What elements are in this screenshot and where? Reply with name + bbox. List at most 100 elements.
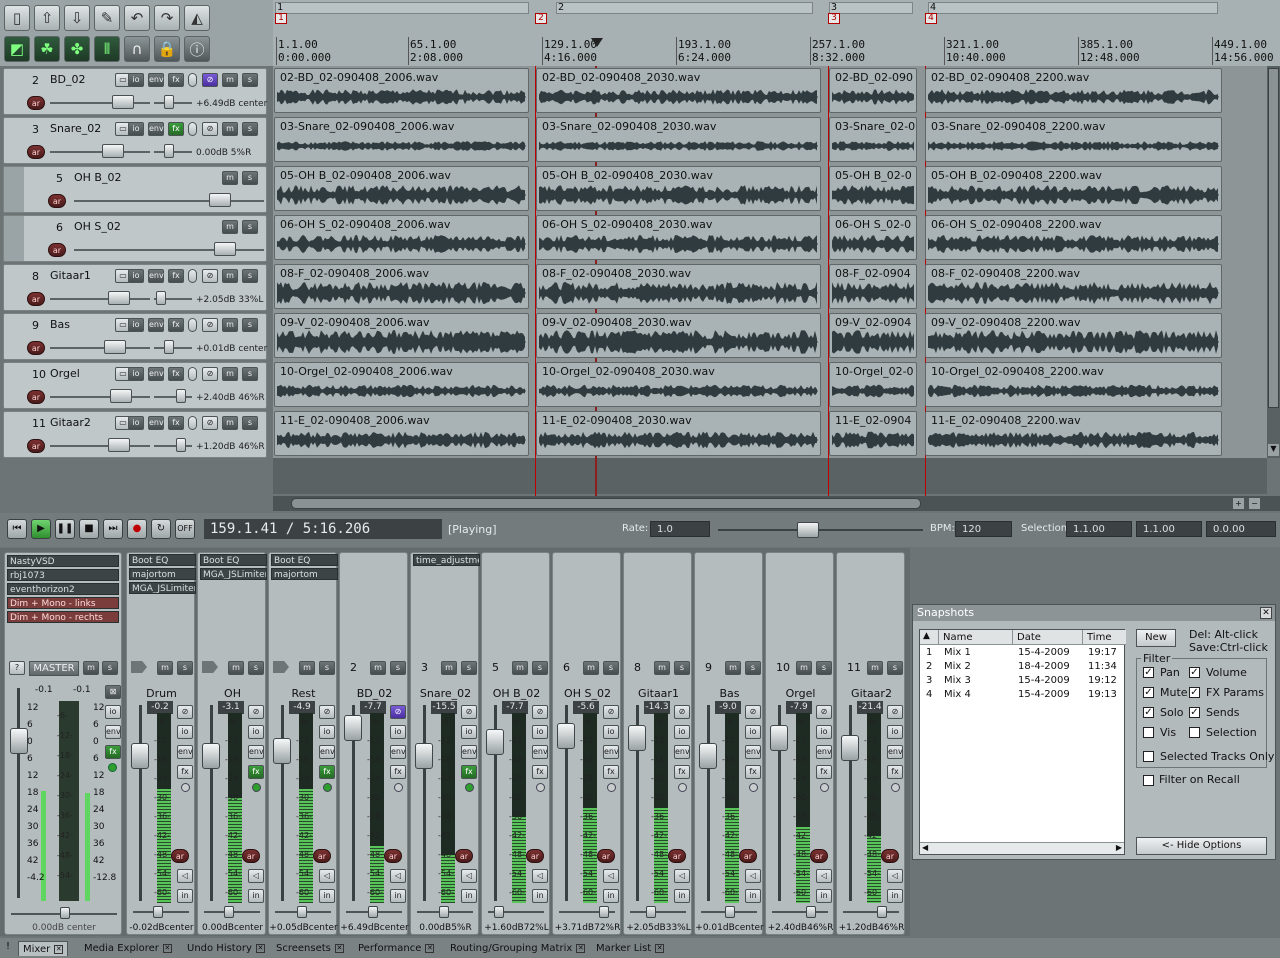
pan-knob[interactable]	[224, 906, 234, 918]
media-item[interactable]: 08-F_02-090408_2200.wav	[925, 264, 1222, 309]
snapshot-list-hscroll[interactable]: ◀ ▶	[920, 842, 1124, 854]
input-button[interactable]: in	[390, 889, 406, 903]
monitor-icon[interactable]: ◁	[177, 869, 193, 883]
pan-track[interactable]	[772, 911, 828, 913]
pan-knob[interactable]	[877, 906, 887, 918]
info-icon[interactable]: ⓘ	[184, 36, 210, 62]
volume-slider-knob[interactable]	[104, 340, 126, 354]
master-help-icon[interactable]: ?	[9, 661, 25, 675]
sort-up-icon[interactable]: ▲	[923, 631, 930, 641]
media-item[interactable]: 11-E_02-090408_2006.wav	[274, 411, 529, 456]
tab-performance[interactable]: Performance ✕	[354, 941, 438, 956]
pan-knob[interactable]	[725, 906, 735, 918]
fx-button[interactable]: fx	[461, 765, 477, 779]
media-item[interactable]: 10-Orgel_02-0	[829, 362, 917, 407]
fx-enabled-icon[interactable]	[465, 783, 474, 792]
mixer-strip[interactable]: Boot EQ majortom MGA_JSLimiter m s Drum -0.2 ⊘ i…	[126, 552, 196, 935]
fx-button[interactable]: fx	[745, 765, 761, 779]
track-name[interactable]: Orgel	[48, 367, 106, 381]
media-item[interactable]: 09-V_02-0904	[829, 313, 917, 358]
fx-enabled-icon[interactable]	[749, 783, 758, 792]
record-arm-button[interactable]: ar	[27, 96, 45, 110]
phase-icon[interactable]: ⊘	[202, 269, 218, 283]
io-button[interactable]: io	[128, 416, 144, 430]
phase-icon[interactable]: ⊘	[887, 705, 903, 719]
fx-slot[interactable]: majortom	[129, 568, 196, 580]
io-button[interactable]: io	[887, 725, 903, 739]
phase-icon[interactable]: ⊘	[202, 416, 218, 430]
close-tab-icon[interactable]: ✕	[425, 943, 435, 953]
master-mute-button[interactable]: m	[83, 661, 99, 675]
record-arm-button[interactable]: ar	[27, 439, 45, 453]
fx-button[interactable]: fx	[168, 318, 184, 332]
media-item[interactable]: 08-F_02-090408_2030.wav	[536, 264, 821, 309]
solo-button[interactable]: s	[242, 171, 258, 185]
media-item[interactable]: 10-Orgel_02-090408_2200.wav	[925, 362, 1222, 407]
region-bar[interactable]	[928, 2, 1218, 14]
monitor-icon[interactable]: ◁	[674, 869, 690, 883]
volume-slider-knob[interactable]	[214, 242, 236, 256]
mixer-strip[interactable]: 6msOH S_02-5.6⊘ioenvfxar◎◁in-6--12--18--…	[552, 552, 621, 935]
media-item[interactable]: 06-OH S_02-090408_2006.wav	[274, 215, 529, 260]
mute-button[interactable]: m	[222, 367, 238, 381]
strip-name[interactable]: Orgel	[766, 687, 835, 700]
pan-slider-knob[interactable]	[176, 438, 186, 452]
mixer-strip[interactable]: time_adjustmer 3 m s Snare_02 -15.5 ⊘ io env fx ar…	[410, 552, 480, 935]
pan-knob[interactable]	[494, 906, 504, 918]
volume-slider-track[interactable]	[74, 200, 264, 202]
pan-knob[interactable]	[806, 906, 816, 918]
arrange-view[interactable]: 02-BD_02-090408_2006.wav 02-BD_02-090408_…	[273, 66, 1267, 496]
mixer-strip[interactable]: Boot EQMGA_JSLimitermsOH-3.1⊘ioenvfxar◎◁…	[197, 552, 267, 935]
fx-enabled-icon[interactable]	[891, 783, 900, 792]
media-item[interactable]: 08-F_02-090408_2006.wav	[274, 264, 529, 309]
mute-button[interactable]: m	[228, 661, 244, 675]
solo-button[interactable]: s	[242, 367, 258, 381]
mute-button[interactable]: m	[222, 73, 238, 87]
record-arm-button[interactable]: ar	[27, 292, 45, 306]
scroll-thumb[interactable]	[1268, 68, 1279, 408]
track-lane[interactable]: 06-OH S_02-090408_2006.wav 06-OH S_02-090…	[273, 214, 1267, 261]
solo-button[interactable]: s	[461, 661, 477, 675]
volume-slider-track[interactable]	[50, 102, 150, 104]
ripple-icon[interactable]: ☘	[34, 36, 60, 62]
pan-knob[interactable]	[599, 906, 609, 918]
io-button[interactable]: io	[128, 269, 144, 283]
mixer-strip[interactable]: Boot EQmajortommsRest-4.9⊘ioenvfxar◎◁in-…	[268, 552, 338, 935]
mixer-strip[interactable]: 11msGitaar2-21.4⊘ioenvfxar◎◁in-6--12--18…	[836, 552, 905, 935]
master-phase-icon[interactable]: ⊠	[105, 685, 121, 699]
input-button[interactable]: in	[745, 889, 761, 903]
media-item[interactable]: 10-Orgel_02-090408_2030.wav	[536, 362, 821, 407]
solo-button[interactable]: s	[242, 416, 258, 430]
snapshot-row[interactable]: 1 Mix 1 15-4-2009 19:17	[920, 647, 1126, 661]
phase-icon[interactable]: ⊘	[202, 318, 218, 332]
media-item[interactable]: 11-E_02-090408_2030.wav	[536, 411, 821, 456]
fx-slot[interactable]: Boot EQ	[200, 554, 267, 566]
io-button[interactable]: io	[128, 122, 144, 136]
mixer-strip[interactable]: 8msGitaar1-14.3⊘ioenvfxar◎◁in-6--12--18-…	[623, 552, 692, 935]
fx-button[interactable]: fx	[674, 765, 690, 779]
scroll-left-icon[interactable]: ◀	[922, 843, 928, 852]
monitor-icon[interactable]: ◁	[319, 869, 335, 883]
strip-name[interactable]: Gitaar2	[837, 687, 906, 700]
solo-button[interactable]: s	[390, 661, 406, 675]
env-button[interactable]: env	[177, 745, 193, 759]
track-name[interactable]: Gitaar1	[48, 269, 106, 283]
folder-icon[interactable]	[273, 661, 289, 673]
tab-undo-history[interactable]: Undo History ✕	[183, 941, 269, 956]
solo-button[interactable]: s	[674, 661, 690, 675]
strip-name[interactable]: Rest	[269, 687, 338, 700]
solo-button[interactable]: s	[242, 122, 258, 136]
track-lane[interactable]: 08-F_02-090408_2006.wav 08-F_02-090408_20…	[273, 263, 1267, 310]
volume-slider-track[interactable]	[50, 151, 150, 153]
strip-name[interactable]: Bas	[695, 687, 764, 700]
track-panel[interactable]: 3 Snare_02 ▭ io env fx ⊘ m s ar 0.00dB 5%R	[3, 117, 267, 164]
auto-crossfade-toggle[interactable]: OFF	[175, 519, 195, 539]
track-name[interactable]: Bas	[48, 318, 106, 332]
master-fx-slot[interactable]: Dim + Mono - links	[7, 597, 119, 609]
phase-icon[interactable]: ⊘	[202, 367, 218, 381]
new-snapshot-button[interactable]: New	[1136, 629, 1176, 647]
fx-bypass-icon[interactable]	[188, 269, 197, 283]
track-panel[interactable]: 8 Gitaar1 ▭ io env fx ⊘ m s ar +2.05dB 33%L	[3, 264, 267, 311]
io-button[interactable]: io	[532, 725, 548, 739]
strip-name[interactable]: OH S_02	[553, 687, 622, 700]
